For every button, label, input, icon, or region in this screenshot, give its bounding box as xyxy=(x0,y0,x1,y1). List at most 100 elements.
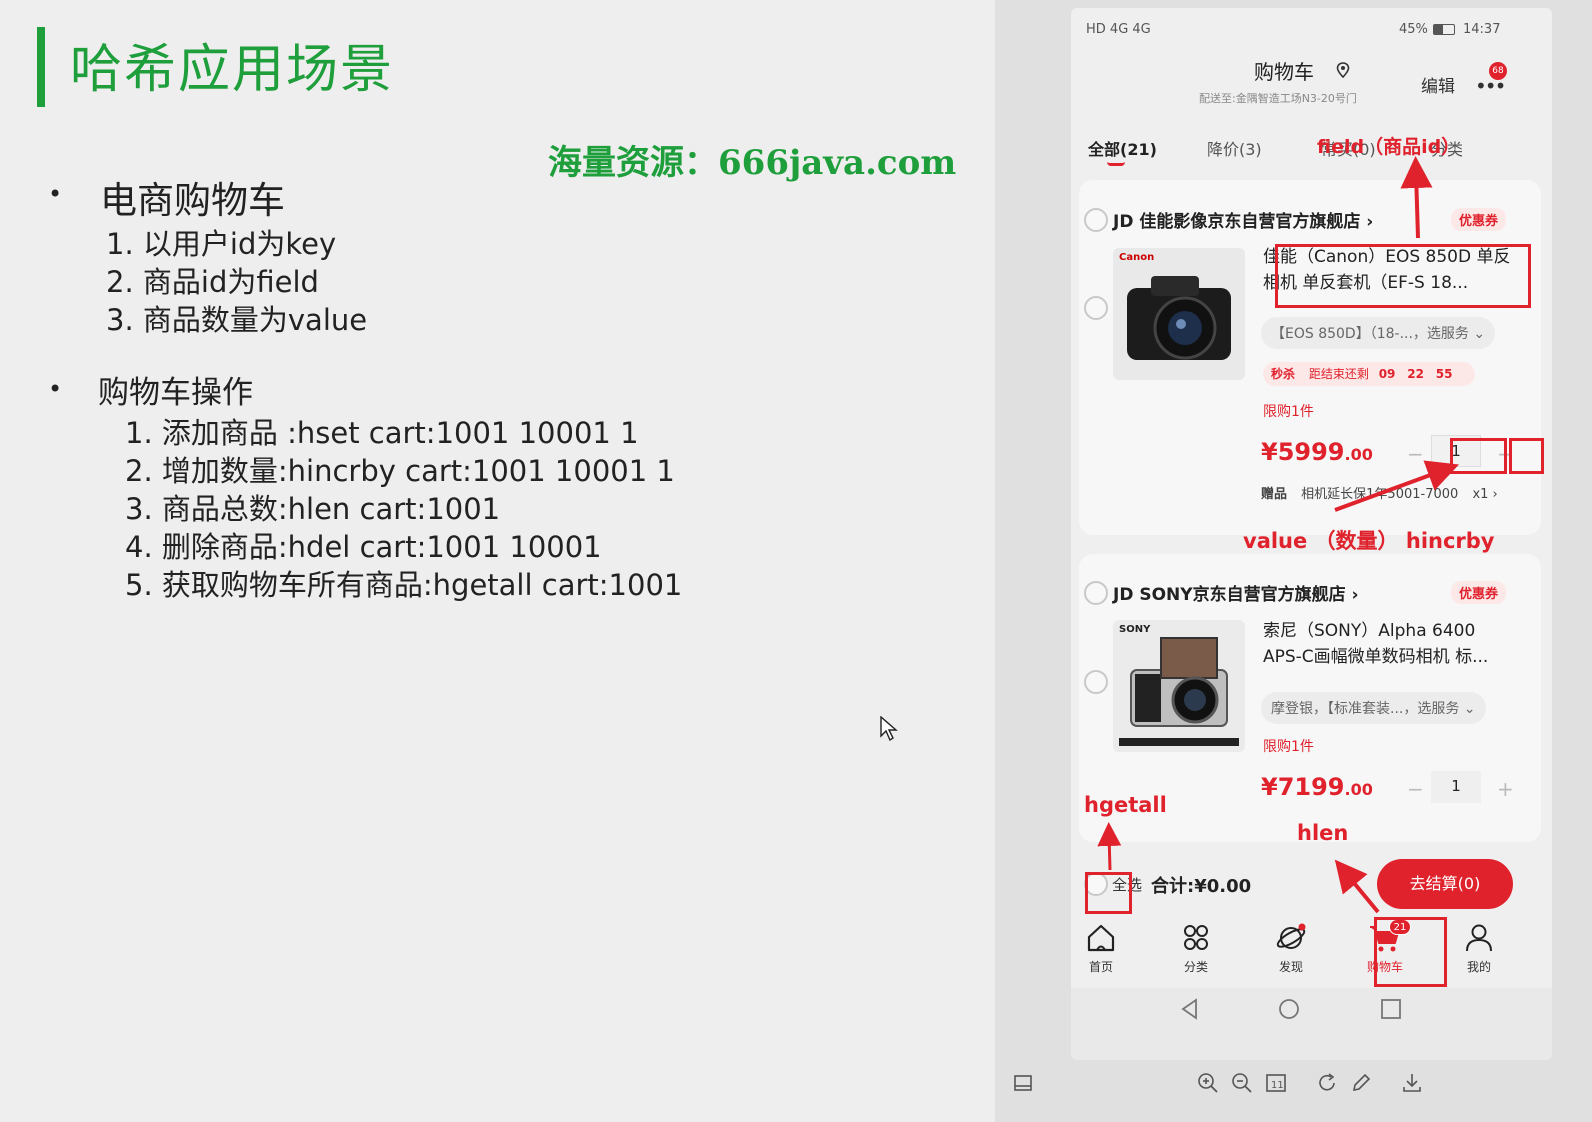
delivery-address[interactable]: 配送至:金隅智造工场N3-20号门 xyxy=(1199,90,1357,106)
quantity-input[interactable]: 1 xyxy=(1431,771,1481,803)
item-select-radio[interactable] xyxy=(1084,296,1108,320)
battery-icon xyxy=(1433,24,1455,35)
recents-icon[interactable] xyxy=(1380,998,1402,1020)
product-image-canon[interactable]: Canon xyxy=(1113,248,1245,380)
system-nav-bar xyxy=(1071,988,1552,1060)
message-badge: 68 xyxy=(1489,62,1507,80)
item-select-radio[interactable] xyxy=(1084,670,1108,694)
annotation-hlen: hlen xyxy=(1297,821,1349,845)
shop-name[interactable]: JD SONY京东自营官方旗舰店 › xyxy=(1113,580,1359,605)
thumbnail-icon[interactable] xyxy=(1013,1073,1033,1093)
nav-label: 发现 xyxy=(1278,960,1303,974)
zoom-out-icon[interactable] xyxy=(1231,1072,1253,1094)
countdown-label: 距结束还剩 xyxy=(1308,367,1369,381)
coupon-badge[interactable]: 优惠券 xyxy=(1451,581,1507,604)
page-title: 购物车 xyxy=(1254,60,1314,84)
status-battery: 45% xyxy=(1399,22,1428,37)
list-item: 3. 商品总数:hlen cart:1001 xyxy=(125,492,501,526)
minus-button[interactable]: − xyxy=(1407,777,1424,801)
edit-icon[interactable] xyxy=(1350,1072,1372,1094)
slide-title: 哈希应用场景 xyxy=(70,40,395,100)
discover-icon xyxy=(1276,923,1306,949)
zoom-in-icon[interactable] xyxy=(1197,1072,1219,1094)
user-icon xyxy=(1466,924,1492,952)
shop-name[interactable]: JD 佳能影像京东自营官方旗舰店 › xyxy=(1113,207,1373,232)
price-decimal: .00 xyxy=(1344,445,1373,464)
nav-discover[interactable]: 发现 xyxy=(1261,923,1321,975)
spec-selector[interactable]: 【EOS 850D】（18-...，选服务 ⌄ xyxy=(1261,317,1496,349)
price-decimal: .00 xyxy=(1344,780,1373,799)
list-item: 2. 商品id为field xyxy=(106,265,319,299)
tab-all[interactable]: 全部(21) xyxy=(1088,136,1157,160)
gift-name: 相机延长保1年5001-7000 xyxy=(1301,487,1459,502)
list-item: 2. 增加数量:hincrby cart:1001 10001 1 xyxy=(125,454,675,488)
countdown-seconds: 55 xyxy=(1435,367,1453,381)
minus-button[interactable]: − xyxy=(1407,442,1424,466)
fit-icon[interactable]: 11 xyxy=(1265,1072,1287,1094)
highlight-box-quantity xyxy=(1450,438,1507,474)
gift-label: 赠品 xyxy=(1261,487,1288,502)
annotation-field: field（商品id） xyxy=(1317,136,1461,158)
gift-row[interactable]: 赠品 相机延长保1年5001-7000 x1 › xyxy=(1261,483,1498,502)
camera-icon xyxy=(1119,637,1239,746)
flash-sale-label: 秒杀 xyxy=(1271,367,1296,381)
product-image-sony[interactable]: SONY xyxy=(1113,620,1245,752)
status-time: 14:37 xyxy=(1463,22,1501,37)
highlight-box-cart-tab xyxy=(1374,917,1447,987)
product-title[interactable]: 索尼（SONY）Alpha 6400 APS-C画幅微单数码相机 标... xyxy=(1263,618,1513,670)
rotate-icon[interactable] xyxy=(1316,1072,1338,1094)
coupon-badge[interactable]: 优惠券 xyxy=(1451,208,1507,231)
brand-label: SONY xyxy=(1119,624,1151,635)
title-accent-bar xyxy=(37,27,45,107)
nav-home[interactable]: 首页 xyxy=(1071,923,1131,975)
home-icon xyxy=(1087,924,1115,952)
tab-price-drop[interactable]: 降价(3) xyxy=(1207,136,1262,160)
cart-total: 合计:¥0.00 xyxy=(1151,876,1252,897)
plus-button[interactable]: + xyxy=(1497,777,1514,801)
bullet: • xyxy=(48,375,63,403)
shop-select-radio[interactable] xyxy=(1084,581,1108,605)
nav-label: 分类 xyxy=(1183,960,1208,974)
countdown-minutes: 22 xyxy=(1407,367,1424,381)
highlight-box-product xyxy=(1275,244,1531,308)
svg-text:11: 11 xyxy=(1271,1080,1284,1091)
section-title-ops: 购物车操作 xyxy=(98,375,253,411)
mouse-cursor-icon xyxy=(880,716,898,742)
nav-label: 首页 xyxy=(1088,960,1113,974)
nav-category[interactable]: 分类 xyxy=(1166,923,1226,975)
tab-active-indicator xyxy=(1107,162,1125,166)
checkout-button[interactable]: 去结算(0) xyxy=(1377,859,1513,909)
price-integer: ¥5999 xyxy=(1261,438,1345,466)
nav-mine[interactable]: 我的 xyxy=(1449,923,1509,975)
purchase-limit: 限购1件 xyxy=(1263,404,1314,420)
section-title-cart: 电商购物车 xyxy=(100,179,285,222)
download-icon[interactable] xyxy=(1401,1072,1423,1094)
countdown-hours: 09 xyxy=(1378,367,1396,381)
category-icon xyxy=(1184,925,1208,950)
highlight-box-select-all xyxy=(1085,872,1132,914)
list-item: 3. 商品数量为value xyxy=(106,303,368,337)
bullet: • xyxy=(48,180,63,208)
spec-selector[interactable]: 摩登银，【标准套装...，选服务 ⌄ xyxy=(1261,692,1486,724)
price: ¥5999.00 xyxy=(1261,438,1373,466)
brand-label: Canon xyxy=(1119,252,1155,263)
location-icon xyxy=(1336,62,1350,78)
annotation-value: value （数量） hincrby xyxy=(1243,529,1495,553)
list-item: 4. 删除商品:hdel cart:1001 10001 xyxy=(125,530,602,564)
flash-sale-bar: 秒杀 距结束还剩 09 22 55 xyxy=(1263,362,1475,386)
home-circle-icon[interactable] xyxy=(1278,998,1300,1020)
list-item: 1. 以用户id为key xyxy=(106,227,337,261)
shop-select-radio[interactable] xyxy=(1084,208,1108,232)
back-icon[interactable] xyxy=(1179,998,1201,1020)
status-network: HD 4G 4G xyxy=(1086,22,1151,37)
edit-button[interactable]: 编辑 xyxy=(1421,72,1455,97)
camera-icon xyxy=(1127,276,1231,360)
nav-label: 我的 xyxy=(1466,960,1491,974)
list-item: 5. 获取购物车所有商品:hgetall cart:1001 xyxy=(125,568,683,602)
price-integer: ¥7199 xyxy=(1261,773,1345,801)
phone-screenshot: HD 4G 4G 45% 14:37 购物车 配送至:金隅智造工场N3-20号门… xyxy=(1071,8,1552,1060)
gift-qty: x1 › xyxy=(1472,487,1498,502)
annotation-hgetall: hgetall xyxy=(1084,793,1167,817)
purchase-limit: 限购1件 xyxy=(1263,739,1314,755)
highlight-box-plus xyxy=(1509,438,1544,474)
